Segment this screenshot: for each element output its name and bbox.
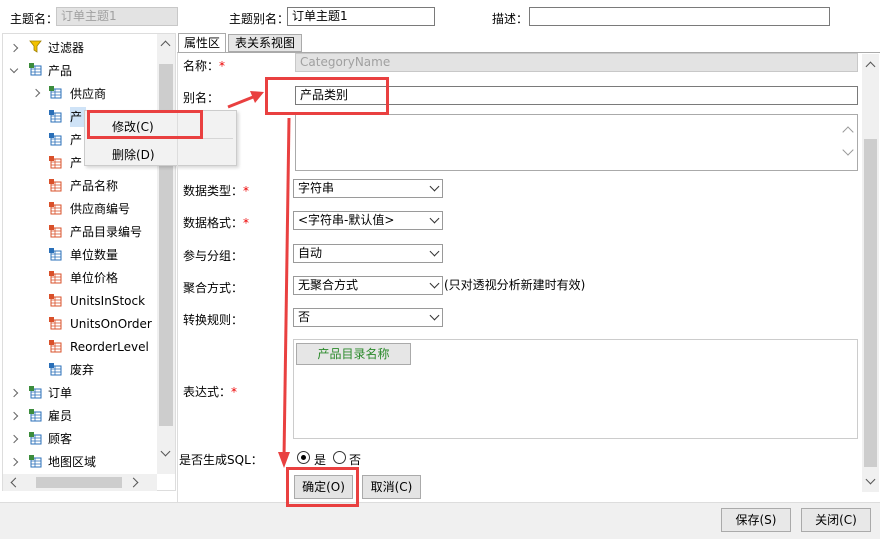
data-format-label: 数据格式：* — [183, 216, 250, 230]
measure-field-icon — [49, 156, 62, 169]
data-type-label: 数据类型：* — [183, 184, 250, 198]
tree-field-item[interactable]: 供应商编号 — [70, 199, 130, 219]
table-icon — [29, 455, 42, 468]
table-icon — [29, 409, 42, 422]
close-button[interactable]: 关闭(C) — [801, 508, 871, 532]
cancel-button[interactable]: 取消(C) — [362, 475, 421, 499]
menu-item-delete[interactable]: 删除(D) — [112, 146, 155, 163]
tree-field-item[interactable]: UnitsInStock — [70, 291, 145, 311]
name-label: 名称：* — [183, 59, 226, 73]
topic-alias-field[interactable]: 订单主题1 — [287, 7, 435, 26]
aggregation-select[interactable]: 无聚合方式 — [293, 276, 443, 295]
tree-item-employee[interactable]: 雇员 — [48, 406, 72, 426]
description-label: 描述： — [492, 12, 529, 26]
dimension-field-icon — [49, 110, 62, 123]
description-textarea[interactable] — [295, 114, 858, 171]
table-icon — [29, 386, 42, 399]
table-icon — [49, 86, 62, 99]
chevron-down-icon — [429, 181, 440, 192]
description-field[interactable] — [529, 7, 830, 26]
tree-item-product[interactable]: 产品 — [48, 61, 72, 81]
chevron-down-icon — [429, 310, 440, 321]
tree-hscroll-thumb[interactable] — [36, 477, 122, 488]
expression-label: 表达式：* — [183, 385, 238, 399]
measure-field-icon — [49, 225, 62, 238]
chevron-down-icon — [429, 213, 440, 224]
measure-field-icon — [49, 271, 62, 284]
alias-field[interactable]: 产品类别 — [295, 86, 858, 105]
tab-relations[interactable]: 表关系视图 — [228, 34, 302, 52]
gen-sql-yes-label: 是 — [314, 453, 327, 467]
measure-field-icon — [49, 202, 62, 215]
convert-label: 转换规则： — [183, 313, 244, 327]
data-format-select[interactable]: <字符串-默认值> — [293, 211, 443, 230]
tree-field-item[interactable]: UnitsOnOrder — [70, 314, 152, 334]
menu-item-modify[interactable]: 修改(C) — [112, 118, 154, 135]
measure-field-icon — [49, 294, 62, 307]
tree-field-item[interactable]: 产品名称 — [70, 176, 118, 196]
table-icon — [29, 432, 42, 445]
filter-icon — [29, 40, 42, 53]
tree-item-map-region[interactable]: 地图区域 — [48, 452, 96, 472]
ok-button[interactable]: 确定(O) — [294, 475, 353, 499]
topic-alias-label: 主题别名： — [229, 12, 290, 26]
gen-sql-label: 是否生成SQL： — [179, 453, 263, 467]
table-icon — [29, 63, 42, 76]
data-type-select[interactable]: 字符串 — [293, 179, 443, 198]
tree-item-order[interactable]: 订单 — [48, 383, 72, 403]
topic-name-field: 订单主题1 — [56, 7, 178, 26]
name-field: CategoryName — [295, 53, 858, 72]
tree-field-item[interactable]: 单位价格 — [70, 268, 118, 288]
grouping-label: 参与分组： — [183, 249, 244, 263]
tree-item-filter[interactable]: 过滤器 — [48, 38, 84, 58]
measure-field-icon — [49, 317, 62, 330]
dimension-field-icon — [49, 363, 62, 376]
measure-field-icon — [49, 179, 62, 192]
grouping-select[interactable]: 自动 — [293, 244, 443, 263]
dimension-field-icon — [49, 248, 62, 261]
aggregation-label: 聚合方式： — [183, 281, 244, 295]
chevron-down-icon — [429, 278, 440, 289]
alias-label: 别名： — [183, 91, 220, 105]
save-button[interactable]: 保存(S) — [721, 508, 791, 532]
aggregation-note: (只对透视分析新建时有效) — [444, 278, 586, 292]
tab-properties[interactable]: 属性区 — [178, 33, 226, 53]
gen-sql-yes-radio[interactable] — [297, 451, 310, 464]
gen-sql-no-radio[interactable] — [333, 451, 346, 464]
tree-field-item[interactable]: 产品目录编号 — [70, 222, 142, 242]
measure-field-icon — [49, 340, 62, 353]
tree-item-customer[interactable]: 顾客 — [48, 429, 72, 449]
chevron-down-icon — [429, 246, 440, 257]
tree-field-item[interactable]: 产 — [70, 153, 82, 173]
panel-vscroll-thumb[interactable] — [864, 139, 877, 467]
tree-field-item[interactable]: 产 — [70, 130, 82, 150]
convert-select[interactable]: 否 — [293, 308, 443, 327]
tree-item-supplier[interactable]: 供应商 — [70, 84, 106, 104]
tree-field-item[interactable]: ReorderLevel — [70, 337, 149, 357]
tree-field-item[interactable]: 废弃 — [70, 360, 94, 380]
tree-field-item[interactable]: 单位数量 — [70, 245, 118, 265]
dimension-field-icon — [49, 133, 62, 146]
topic-name-label: 主题名： — [10, 12, 59, 26]
expression-token[interactable]: 产品目录名称 — [296, 343, 411, 365]
gen-sql-no-label: 否 — [349, 453, 362, 467]
